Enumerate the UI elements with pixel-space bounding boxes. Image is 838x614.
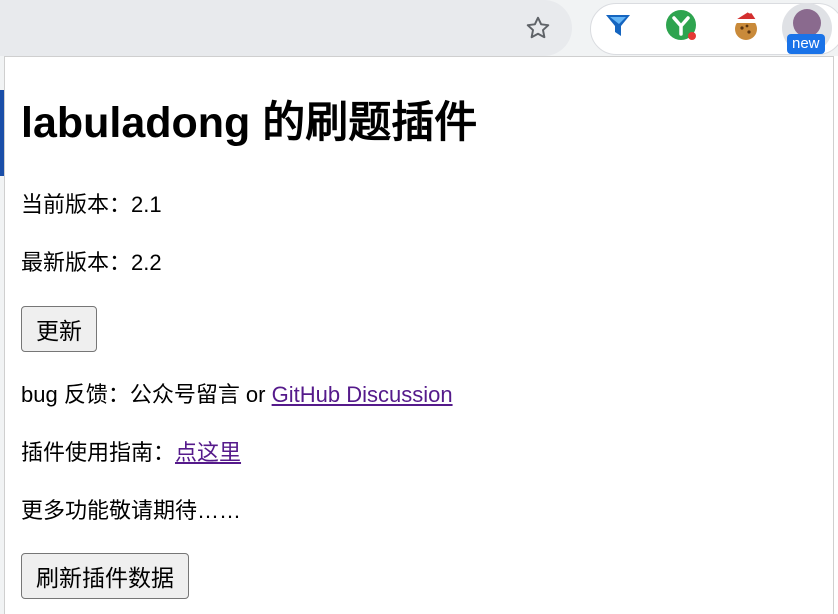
browser-toolbar: new <box>0 0 838 56</box>
new-badge: new <box>787 34 825 54</box>
guide-row: 插件使用指南：点这里 <box>21 438 241 468</box>
latest-version-value: 2.2 <box>131 250 162 275</box>
y-extension-icon[interactable] <box>664 8 698 42</box>
popup-title: labuladong 的刷题插件 <box>21 99 478 147</box>
current-version-value: 2.1 <box>131 192 162 217</box>
bookmark-star-icon[interactable] <box>519 9 557 47</box>
refresh-plugin-data-button[interactable]: 刷新插件数据 <box>21 553 189 599</box>
funnel-extension-icon[interactable] <box>601 8 635 42</box>
guide-link[interactable]: 点这里 <box>175 440 241 465</box>
latest-version-row: 最新版本：2.2 <box>21 248 162 278</box>
current-version-row: 当前版本：2.1 <box>21 190 162 220</box>
latest-version-label: 最新版本： <box>21 250 132 275</box>
labuladong-extension-icon <box>793 9 821 37</box>
cookie-santa-extension-icon[interactable] <box>728 8 762 42</box>
extension-popup: labuladong 的刷题插件 当前版本：2.1 最新版本：2.2 更新 bu… <box>4 56 834 614</box>
github-discussion-link[interactable]: GitHub Discussion <box>272 382 453 407</box>
feedback-label: bug 反馈：公众号留言 or <box>21 382 272 407</box>
guide-label: 插件使用指南： <box>21 440 176 465</box>
update-button[interactable]: 更新 <box>21 306 97 352</box>
page-background-edge-right <box>834 56 838 614</box>
address-bar[interactable] <box>0 0 572 56</box>
current-version-label: 当前版本： <box>21 192 132 217</box>
feedback-row: bug 反馈：公众号留言 or GitHub Discussion <box>21 380 453 410</box>
coming-soon-text: 更多功能敬请期待…… <box>21 498 242 523</box>
